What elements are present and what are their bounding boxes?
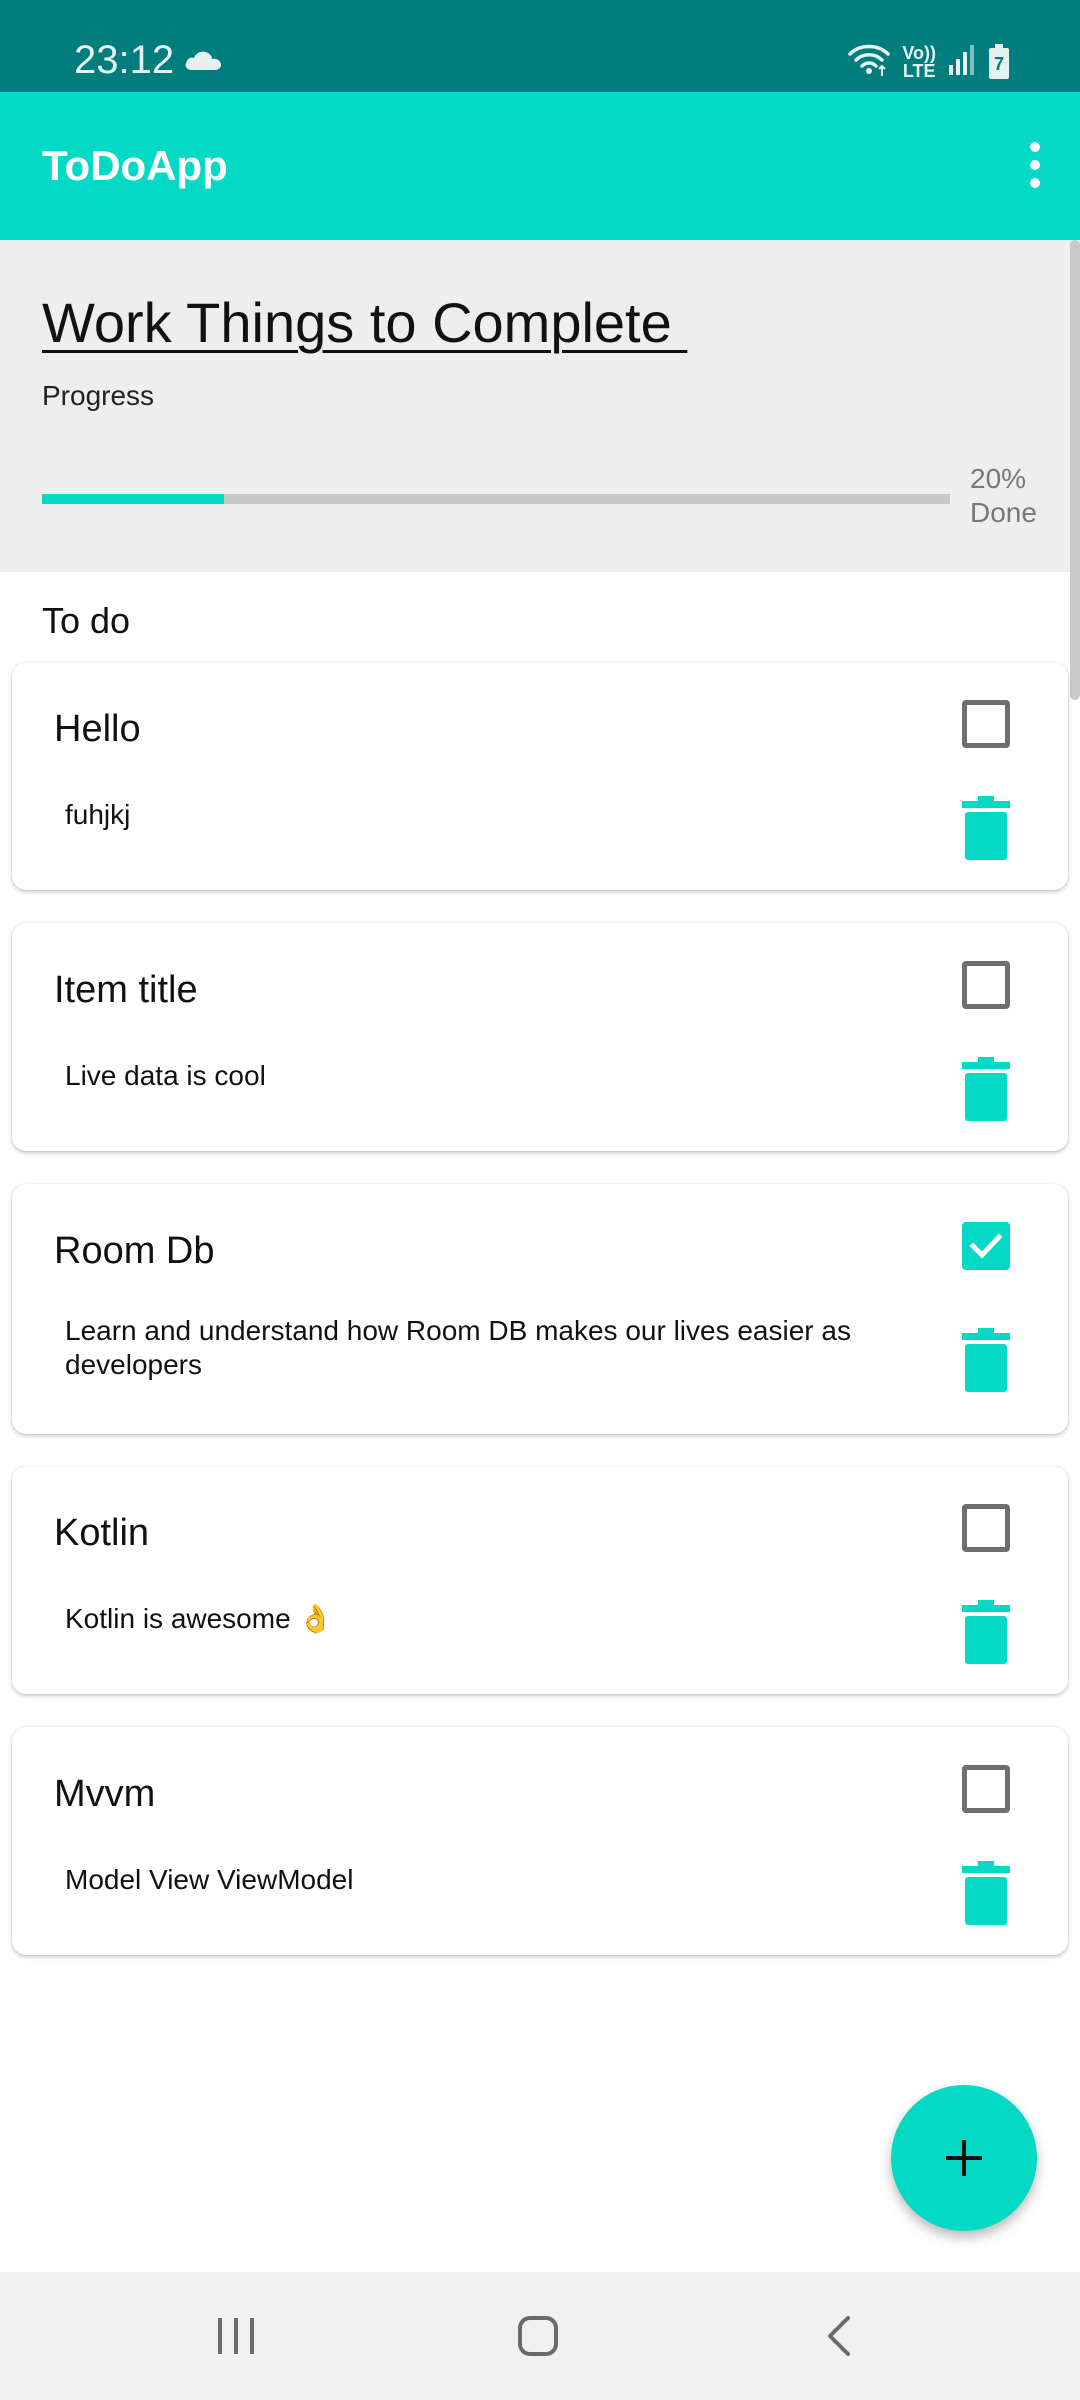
overflow-menu-icon[interactable]: [1020, 138, 1050, 194]
screen: 23:12 Vo)) LTE 7 ToDoApp Work Things to …: [0, 0, 1080, 2400]
plus-icon: [946, 2140, 982, 2176]
check-icon: [969, 1233, 1003, 1259]
progress-done-label: Done: [970, 497, 1037, 528]
progress-fill: [42, 494, 224, 504]
list-header: Work Things to Complete Progress 20% Don…: [0, 240, 1080, 572]
task-card[interactable]: Mvvm Model View ViewModel: [12, 1727, 1068, 1955]
task-description: fuhjkj: [65, 799, 131, 830]
status-bar: 23:12 Vo)) LTE 7: [0, 0, 1080, 92]
volte-label: Vo)): [902, 42, 936, 63]
progress-percent-value: 20%: [970, 463, 1027, 494]
task-checkbox[interactable]: [962, 700, 1010, 748]
trash-icon[interactable]: [962, 1057, 1010, 1121]
trash-icon[interactable]: [962, 1861, 1010, 1925]
signal-icon: [948, 43, 976, 80]
trash-icon[interactable]: [962, 1328, 1010, 1392]
task-title: Hello: [54, 708, 141, 750]
task-checkbox[interactable]: [962, 961, 1010, 1009]
back-icon[interactable]: [818, 2314, 862, 2363]
task-card[interactable]: Hello fuhjkj: [12, 662, 1068, 890]
progress-percent: 20% Done: [970, 462, 1037, 530]
network-type-label: Vo)) LTE: [902, 44, 936, 80]
progress-label: Progress: [42, 380, 155, 411]
battery-icon: 7: [988, 43, 1010, 80]
task-card[interactable]: Item title Live data is cool: [12, 923, 1068, 1151]
task-description: Kotlin is awesome 👌: [65, 1603, 334, 1634]
wifi-icon: [848, 42, 891, 81]
trash-icon[interactable]: [962, 1600, 1010, 1664]
home-icon[interactable]: [516, 2314, 560, 2363]
lte-label: LTE: [902, 60, 936, 81]
task-checkbox[interactable]: [962, 1765, 1010, 1813]
task-description: Learn and understand how Room DB makes o…: [65, 1315, 851, 1380]
task-card[interactable]: Kotlin Kotlin is awesome 👌: [12, 1466, 1068, 1694]
cloud-icon: [184, 48, 222, 75]
app-title: ToDoApp: [42, 142, 228, 189]
app-bar: ToDoApp: [0, 92, 1080, 240]
task-title: Mvvm: [54, 1773, 156, 1815]
task-title: Room Db: [54, 1230, 215, 1272]
status-time: 23:12: [74, 38, 175, 82]
task-title: Item title: [54, 969, 198, 1011]
system-nav-bar: [0, 2272, 1080, 2400]
add-task-button[interactable]: [891, 2085, 1037, 2231]
scrollbar[interactable]: [1070, 240, 1080, 700]
task-description: Model View ViewModel: [65, 1864, 354, 1895]
status-icons: Vo)) LTE 7: [848, 42, 1010, 81]
task-checkbox-checked[interactable]: [962, 1222, 1010, 1270]
battery-level-text: 7: [993, 53, 1004, 74]
task-card[interactable]: Room Db Learn and understand how Room DB…: [12, 1184, 1068, 1434]
trash-icon[interactable]: [962, 796, 1010, 860]
list-title[interactable]: Work Things to Complete: [42, 290, 687, 355]
task-description: Live data is cool: [65, 1060, 266, 1091]
progress-bar: [42, 494, 950, 504]
section-label: To do: [42, 600, 131, 641]
recent-apps-icon[interactable]: [214, 2314, 258, 2363]
task-title: Kotlin: [54, 1512, 150, 1554]
task-checkbox[interactable]: [962, 1504, 1010, 1552]
